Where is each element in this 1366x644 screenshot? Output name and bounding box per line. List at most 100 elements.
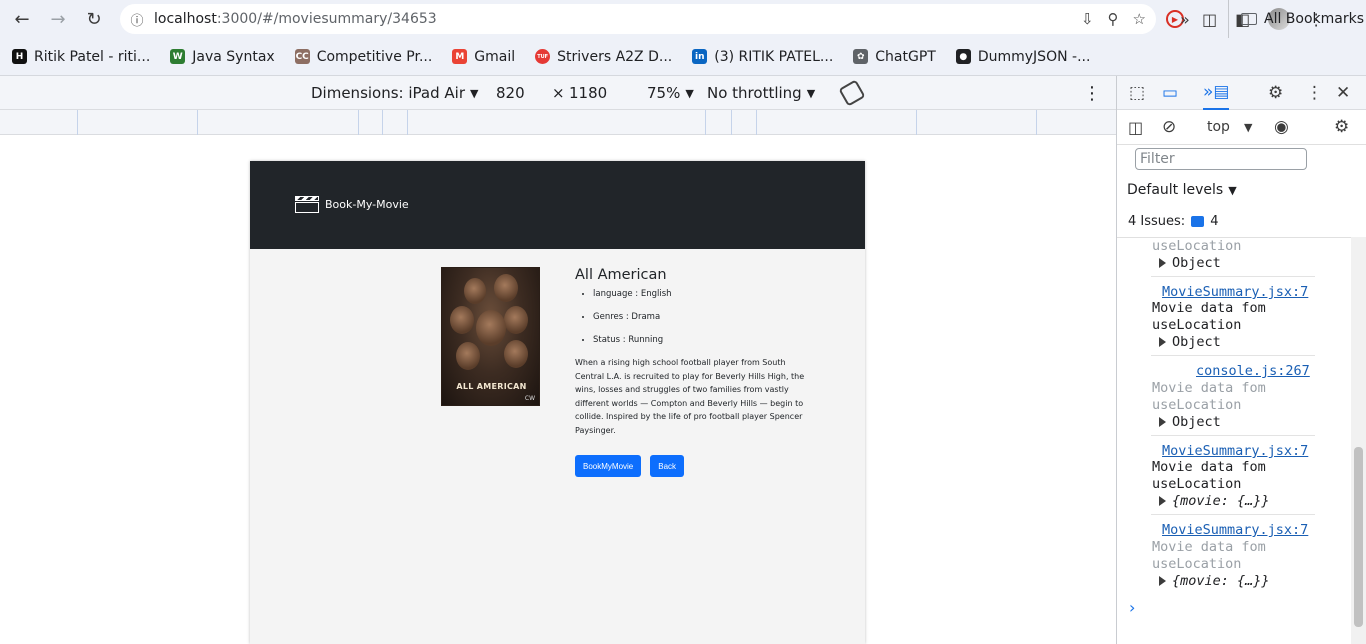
height-input[interactable]: 1180 xyxy=(569,76,607,110)
caret-down-icon: ▼ xyxy=(806,86,816,100)
all-bookmarks-label: All Bookmarks xyxy=(1264,11,1365,27)
bookmark-favicon-icon: in xyxy=(692,49,708,64)
console-output: useLocation Object MovieSummary.jsx:7 Mo… xyxy=(1117,237,1352,644)
issue-message-icon xyxy=(1191,216,1205,227)
throttle-select[interactable]: No throttling ▼ xyxy=(707,76,815,110)
bookmark-item[interactable]: W Java Syntax xyxy=(170,48,275,65)
bookmarks-bar: H Ritik Patel - riti... W Java Syntax CC Comp… xyxy=(0,38,1366,76)
bookmark-item[interactable]: CC Competitive Pr... xyxy=(294,49,432,65)
zoom-select[interactable]: 75% ▼ xyxy=(647,76,694,110)
expand-triangle-icon xyxy=(1159,496,1166,506)
media-query-ruler[interactable] xyxy=(0,110,1116,135)
bookmark-item[interactable]: in (3) RITIK PATEL... xyxy=(692,49,833,65)
console-toolbar: ◫ ⊘ top ▼ ◉ ⚙ xyxy=(1117,110,1366,145)
bookmark-favicon-icon: ✿ xyxy=(853,49,869,64)
source-link[interactable]: MovieSummary.jsx:7 xyxy=(1162,443,1308,459)
console-object[interactable]: {movie: {…}} xyxy=(1159,573,1270,589)
bookmark-label: Ritik Patel - riti... xyxy=(34,48,151,65)
dimensions-select[interactable]: Dimensions: iPad Air ▼ xyxy=(311,76,478,110)
console-text: useLocation xyxy=(1152,556,1242,572)
address-url[interactable]: localhost:3000/#/moviesummary/34653 xyxy=(154,11,437,27)
bookmark-label: ChatGPT xyxy=(875,48,936,65)
bookmark-item[interactable]: M Gmail xyxy=(452,49,515,65)
caret-down-icon: ▼ xyxy=(1243,120,1253,134)
console-prompt-chevron-icon[interactable]: › xyxy=(1129,598,1135,617)
bookmark-star-icon[interactable]: ☆ xyxy=(1133,10,1146,28)
bookmark-favicon-icon: CC xyxy=(294,49,310,64)
source-link[interactable]: MovieSummary.jsx:7 xyxy=(1162,284,1308,300)
live-expression-eye-icon[interactable]: ◉ xyxy=(1274,110,1289,144)
device-toolbar: Dimensions: iPad Air ▼ 820 × 1180 75% ▼ No… xyxy=(0,76,1116,110)
console-scrollbar[interactable] xyxy=(1351,237,1366,644)
bookmark-favicon-icon: M xyxy=(452,49,468,64)
issues-counter[interactable]: 4 Issues: 4 xyxy=(1128,214,1218,229)
device-toggle-icon[interactable]: ▭ xyxy=(1162,76,1178,110)
site-info-icon[interactable]: ⓘ xyxy=(120,10,154,29)
bookmark-item[interactable]: TUF Strivers A2Z D... xyxy=(535,49,672,65)
settings-gear-icon[interactable]: ⚙ xyxy=(1268,76,1283,110)
issues-count: 4 xyxy=(1210,214,1219,229)
devtools-panel: ⬚ ▭ »▤ ⚙ ⋮ ✕ ◫ ⊘ top ▼ ◉ ⚙ Filter Default… xyxy=(1116,76,1366,644)
bookmark-item[interactable]: ● DummyJSON -... xyxy=(955,49,1090,65)
bookmark-item[interactable]: H Ritik Patel - riti... xyxy=(12,49,150,65)
console-object[interactable]: Object xyxy=(1159,334,1221,350)
context-select[interactable]: top ▼ xyxy=(1207,110,1252,144)
close-icon[interactable]: ✕ xyxy=(1336,76,1350,110)
address-bar[interactable]: ⓘ localhost:3000/#/moviesummary/34653 ⇩ … xyxy=(120,4,1156,34)
movie-summary: When a rising high school football playe… xyxy=(575,358,805,435)
zoom-icon[interactable]: ⚲ xyxy=(1108,10,1119,28)
reload-icon[interactable]: ↻ xyxy=(76,0,112,38)
bookmark-favicon-icon: W xyxy=(170,49,186,64)
folder-icon xyxy=(1241,13,1257,25)
back-button[interactable]: Back xyxy=(650,455,685,477)
devtools-more-icon[interactable]: ⋮ xyxy=(1306,76,1323,110)
console-text: useLocation xyxy=(1152,317,1242,333)
forward-arrow-icon[interactable]: → xyxy=(40,0,76,38)
expand-triangle-icon xyxy=(1159,337,1166,347)
bookmarks-overflow-icon[interactable]: » xyxy=(1180,0,1190,38)
bookmark-item[interactable]: ✿ ChatGPT xyxy=(853,49,936,65)
poster-network-logo: CW xyxy=(524,395,535,402)
install-app-icon[interactable]: ⇩ xyxy=(1081,10,1094,28)
console-text: Movie data fom xyxy=(1152,539,1266,555)
brand-link[interactable]: Book-My-Movie xyxy=(295,196,409,213)
emulated-device-screen: Book-My-Movie ALL AMERICAN CW All Americ… xyxy=(250,161,865,644)
bookmark-label: (3) RITIK PATEL... xyxy=(714,48,834,65)
console-object[interactable]: Object xyxy=(1159,414,1221,430)
rotate-icon[interactable] xyxy=(838,76,866,110)
console-text: Movie data fom xyxy=(1152,380,1266,396)
bookmark-label: Gmail xyxy=(474,48,516,65)
bookmark-label: Java Syntax xyxy=(192,48,275,65)
movie-poster: ALL AMERICAN CW xyxy=(441,267,540,406)
brand-label: Book-My-Movie xyxy=(325,198,409,211)
console-object[interactable]: {movie: {…}} xyxy=(1159,493,1270,509)
movie-info: All American language : English Genres :… xyxy=(575,267,815,477)
caret-down-icon: ▼ xyxy=(685,86,694,100)
bookmark-favicon-icon: TUF xyxy=(535,49,551,64)
back-arrow-icon[interactable]: ← xyxy=(4,0,40,38)
scrollbar-thumb[interactable] xyxy=(1354,447,1363,627)
extensions-icon[interactable]: ◫ xyxy=(1202,10,1217,29)
browser-toolbar: ← → ↻ ⓘ localhost:3000/#/moviesummary/34… xyxy=(0,0,1366,38)
console-settings-icon[interactable]: ⚙ xyxy=(1334,110,1349,144)
width-input[interactable]: 820 xyxy=(496,76,525,110)
console-text: useLocation xyxy=(1152,476,1242,492)
poster-title: ALL AMERICAN xyxy=(456,382,527,391)
expand-triangle-icon xyxy=(1159,576,1166,586)
sidebar-toggle-icon[interactable]: ◫ xyxy=(1128,110,1143,144)
devtools-tabbar: ⬚ ▭ »▤ ⚙ ⋮ ✕ xyxy=(1117,76,1366,110)
device-more-icon[interactable]: ⋮ xyxy=(1083,76,1101,110)
console-text: useLocation xyxy=(1152,238,1242,254)
times-sign: × xyxy=(552,84,565,102)
book-my-movie-button[interactable]: BookMyMovie xyxy=(575,455,642,477)
filter-input[interactable]: Filter xyxy=(1135,148,1307,170)
issues-label: 4 Issues: xyxy=(1128,214,1186,229)
inspect-element-icon[interactable]: ⬚ xyxy=(1129,76,1145,110)
all-bookmarks-button[interactable]: All Bookmarks xyxy=(1228,0,1364,38)
clear-console-icon[interactable]: ⊘ xyxy=(1162,110,1176,144)
console-tab-icon[interactable]: »▤ xyxy=(1203,76,1230,110)
source-link[interactable]: MovieSummary.jsx:7 xyxy=(1162,522,1308,538)
source-link[interactable]: console.js:267 xyxy=(1196,363,1310,379)
log-levels-select[interactable]: Default levels ▼ xyxy=(1127,182,1237,198)
console-object[interactable]: Object xyxy=(1159,255,1221,271)
